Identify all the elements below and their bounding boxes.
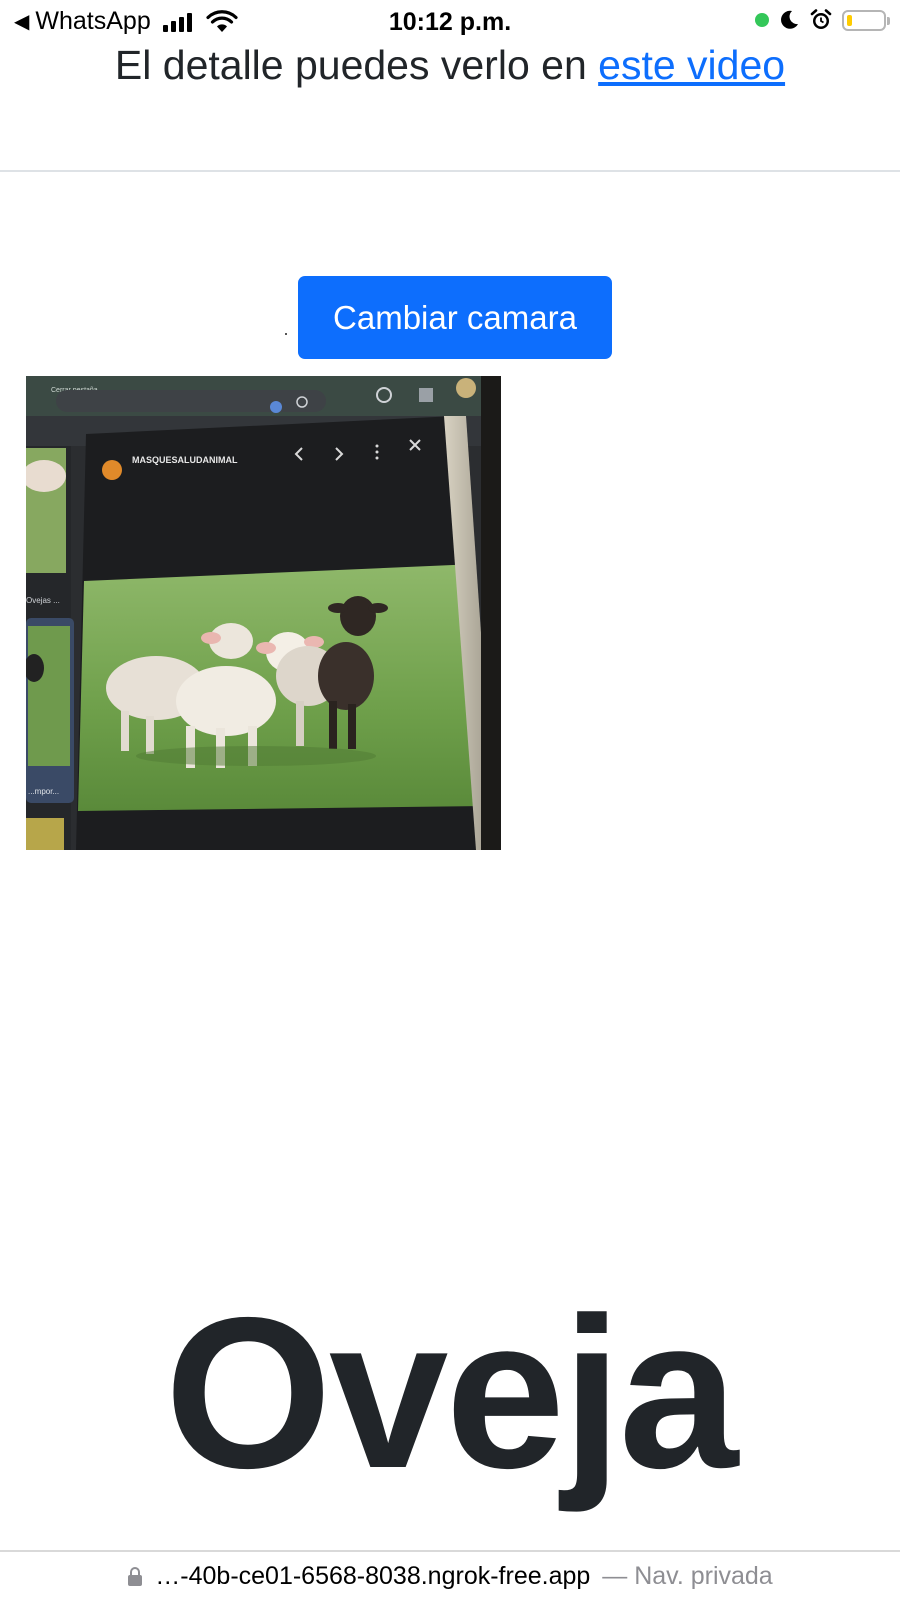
url-bar[interactable]: …-40b-ce01-6568-8038.ngrok-free.app — Na… bbox=[0, 1550, 900, 1600]
feed-side-label-2: Ovejas ... bbox=[26, 596, 60, 605]
url-text: …-40b-ce01-6568-8038.ngrok-free.app bbox=[155, 1561, 591, 1590]
switch-camera-button[interactable]: Cambiar camara bbox=[298, 276, 612, 359]
camera-in-use-indicator-icon bbox=[755, 13, 769, 27]
alarm-icon bbox=[810, 9, 832, 29]
video-link[interactable]: este video bbox=[598, 42, 785, 88]
prediction-label: Oveja bbox=[164, 1272, 739, 1513]
camera-feed: Cerrar pestaña Ovejas ... ...mpor... MAS… bbox=[26, 376, 501, 850]
private-mode-label: — Nav. privada bbox=[602, 1561, 773, 1590]
detail-text-line: El detalle puedes verlo en este video bbox=[0, 42, 900, 89]
feed-side-label-3: ...mpor... bbox=[28, 787, 59, 796]
divider bbox=[0, 170, 900, 172]
tiny-dot bbox=[285, 333, 287, 335]
moon-icon bbox=[781, 10, 798, 29]
camera-frame-image: Cerrar pestaña Ovejas ... ...mpor... MAS… bbox=[26, 376, 501, 850]
feed-overlay-title: MASQUESALUDANIMAL bbox=[132, 455, 238, 465]
status-indicators bbox=[755, 8, 890, 32]
detail-text: El detalle puedes verlo en bbox=[114, 42, 587, 88]
lock-icon bbox=[128, 1567, 143, 1586]
page: ◀ WhatsApp 10:12 p.m. El detalle puedes … bbox=[0, 0, 900, 1600]
battery-icon bbox=[842, 9, 890, 31]
status-bar: ◀ WhatsApp 10:12 p.m. bbox=[0, 0, 900, 46]
